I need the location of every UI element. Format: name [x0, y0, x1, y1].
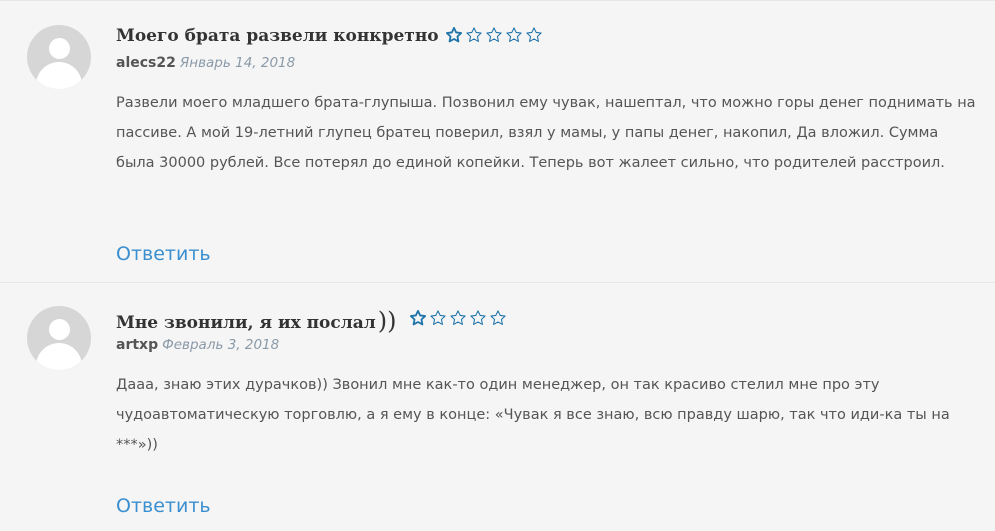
reply-button[interactable]: Ответить	[116, 495, 211, 517]
comment-author[interactable]: alecs22	[116, 55, 176, 71]
star-empty-icon	[490, 310, 506, 325]
rating-stars	[445, 26, 545, 45]
comment-divider	[0, 282, 995, 283]
star-filled-icon	[445, 26, 463, 43]
comment-title: Моего брата развели конкретно	[116, 26, 439, 46]
star-empty-icon	[470, 310, 486, 325]
top-divider	[0, 0, 995, 1]
comment-title-text: Мне звонили, я их послал	[116, 313, 376, 333]
comment-text: Развели моего младшего брата-глупыша. По…	[116, 95, 976, 171]
reply-button[interactable]: Ответить	[116, 243, 211, 265]
star-empty-icon	[430, 310, 446, 325]
star-empty-icon	[466, 27, 482, 42]
comment-date: Февраль 3, 2018	[162, 337, 280, 353]
comment-date: Январь 14, 2018	[179, 55, 296, 71]
user-avatar-icon	[27, 25, 91, 89]
comment-text: Дааа, знаю этих дурачков)) Звонил мне ка…	[116, 377, 950, 453]
star-empty-icon	[526, 27, 542, 42]
star-empty-icon	[450, 310, 466, 325]
comment-meta: artxp Февраль 3, 2018	[116, 337, 279, 353]
star-empty-icon	[506, 27, 522, 42]
comment-title-suffix: ))	[377, 307, 397, 335]
comment-title: Мне звонили, я их послал))	[116, 306, 397, 335]
star-empty-icon	[486, 27, 502, 42]
user-avatar-icon	[27, 306, 91, 370]
star-filled-icon	[409, 309, 427, 326]
rating-stars	[409, 309, 509, 328]
comment-meta: alecs22 Январь 14, 2018	[116, 55, 295, 71]
comment-title-text: Моего брата развели конкретно	[116, 26, 439, 46]
comment-author[interactable]: artxp	[116, 337, 158, 353]
